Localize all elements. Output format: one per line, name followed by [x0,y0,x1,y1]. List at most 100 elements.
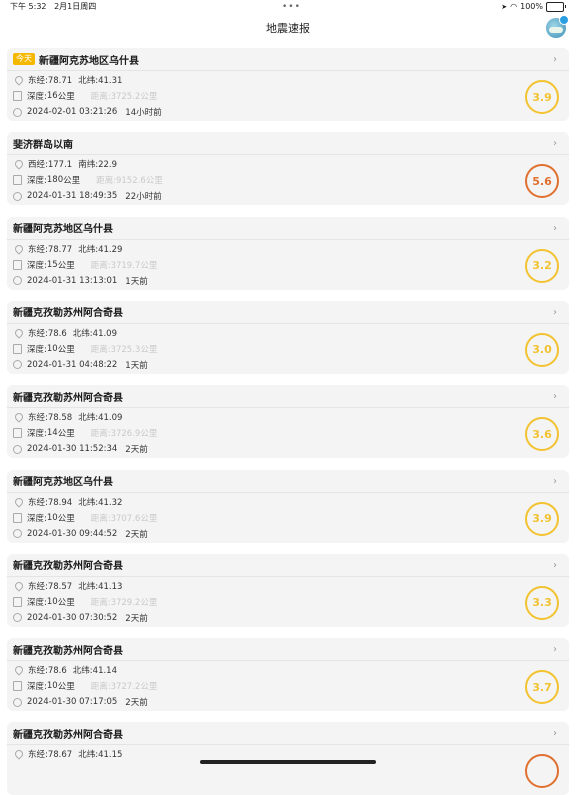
earthquake-card[interactable]: 斐济群岛以南›西经:177.1南纬:22.9深度:180公里距离:9152.6公… [7,132,569,205]
earthquake-card[interactable]: 新疆阿克苏地区乌什县›东经:78.94北纬:41.32深度:10公里距离:370… [7,470,569,543]
depth-row: 深度:10公里距离:3729.2公里 [13,596,157,608]
depth-label: 深度: [27,259,47,271]
magnitude-badge: 3.9 [525,80,559,114]
card-header: 斐济群岛以南 [7,132,569,155]
quake-time: 2024-01-31 13:13:01 [27,276,117,286]
card-header: 新疆克孜勒苏州阿合奇县 [7,722,569,745]
map-location-icon[interactable] [546,18,566,38]
earthquake-card[interactable]: 新疆克孜勒苏州阿合奇县›东经:78.6北纬:41.14深度:10公里距离:372… [7,638,569,711]
time-row: 2024-01-31 04:48:22 1天前 [13,359,148,371]
time-ago: 2天前 [125,696,147,708]
earthquake-card[interactable]: 新疆克孜勒苏州阿合奇县›东经:78.57北纬:41.13深度:10公里距离:37… [7,554,569,627]
battery-icon [546,2,564,12]
time-row: 2024-01-30 11:52:34 2天前 [13,443,148,455]
clock-icon [13,445,22,454]
depth-row: 深度:10公里距离:3725.3公里 [13,343,157,355]
depth-label: 深度: [27,512,47,524]
longitude: 东经:78.67 [28,748,72,760]
quake-location: 新疆克孜勒苏州阿合奇县 [13,389,123,404]
chevron-right-icon: › [553,307,557,318]
latitude: 北纬:41.15 [78,748,122,760]
magnitude-badge: 3.9 [525,502,559,536]
depth-icon [13,91,22,101]
magnitude-badge: 3.2 [525,249,559,283]
depth-label: 深度: [27,90,47,102]
earthquake-card[interactable]: 新疆克孜勒苏州阿合奇县›东经:78.6北纬:41.09深度:10公里距离:372… [7,301,569,374]
time-row: 2024-02-01 03:21:2614小时前 [13,106,162,118]
distance: 距离:3719.7公里 [91,259,158,271]
today-badge: 今天 [13,53,35,65]
location-pin-icon [13,412,24,423]
wifi-icon: ◠ [510,0,517,14]
chevron-right-icon: › [553,54,557,65]
time-row: 2024-01-30 09:44:522天前 [13,528,148,540]
card-header: 新疆克孜勒苏州阿合奇县 [7,301,569,324]
card-header: 新疆阿克苏地区乌什县 [7,470,569,493]
quake-time: 2024-01-31 04:48:22 [27,360,117,370]
time-row: 2024-01-30 07:17:052天前 [13,696,148,708]
depth-unit: 公里 [58,680,75,692]
depth-label: 深度: [27,680,47,692]
quake-location: 新疆阿克苏地区乌什县 [13,220,113,235]
location-pin-icon [13,243,24,254]
card-header: 新疆阿克苏地区乌什县 [7,217,569,240]
card-header: 今天新疆阿克苏地区乌什县 [7,48,569,71]
time-row: 2024-01-30 07:30:52 2天前 [13,612,148,624]
depth-row: 深度:16公里距离:3725.2公里 [13,90,157,102]
distance: 距离:3725.3公里 [91,343,158,355]
status-bar: 下午 5:32 2月1日周四 ••• ➤ ◠ 100% [0,0,576,14]
distance: 距离:3707.6公里 [91,512,158,524]
home-indicator[interactable] [200,760,376,764]
quake-time: 2024-01-30 09:44:52 [27,529,117,539]
earthquake-card[interactable]: 新疆克孜勒苏州阿合奇县›东经:78.67北纬:41.15 [7,722,569,795]
time-ago: 2天前 [125,443,147,455]
location-pin-icon [13,580,24,591]
coordinates-row: 东经:78.58北纬:41.09 [13,411,122,423]
location-pin-icon [13,496,24,507]
coordinates-row: 东经:78.71北纬:41.31 [13,74,122,86]
longitude: 东经:78.6 [28,327,67,339]
magnitude-badge: 3.6 [525,417,559,451]
longitude: 东经:78.58 [28,411,72,423]
magnitude-badge: 3.3 [525,586,559,620]
location-pin-icon [13,749,24,760]
quake-time: 2024-01-30 07:30:52 [27,613,117,623]
quake-location: 新疆克孜勒苏州阿合奇县 [13,726,123,741]
time-ago: 1天前 [125,359,147,371]
earthquake-card[interactable]: 今天新疆阿克苏地区乌什县› 东经:78.71北纬:41.31 深度:16公里距离:3… [7,48,569,121]
multitask-dots[interactable]: ••• [282,0,301,14]
depth-unit: 公里 [58,596,75,608]
depth-icon [13,597,22,607]
status-time-date: 下午 5:32 2月1日周四 [10,0,96,14]
clock-icon [13,276,22,285]
latitude: 北纬:41.31 [78,74,122,86]
depth-unit: 公里 [63,174,80,186]
location-pin-icon [13,327,24,338]
depth-label: 深度: [27,427,47,439]
distance: 距离:3727.2公里 [91,680,158,692]
location-pin-icon [13,664,24,675]
depth-value: 180 [47,175,63,185]
earthquake-card[interactable]: 新疆克孜勒苏州阿合奇县›东经:78.58北纬:41.09深度:14公里距离:37… [7,385,569,458]
clock-icon [13,529,22,538]
page-title: 地震速报 [0,20,576,36]
location-pin-icon [13,74,24,85]
quake-time: 2024-01-30 11:52:34 [27,444,117,454]
distance: 距离:3729.2公里 [91,596,158,608]
time-row: 2024-01-31 18:49:3522小时前 [13,190,162,202]
depth-icon [13,175,22,185]
clock-icon [13,108,22,117]
depth-unit: 公里 [58,259,75,271]
depth-value: 10 [47,681,58,691]
time-ago: 2天前 [125,612,147,624]
earthquake-card[interactable]: 新疆阿克苏地区乌什县›东经:78.77北纬:41.29深度:15公里距离:371… [7,217,569,290]
distance: 距离:9152.6公里 [96,174,163,186]
depth-row: 深度:15公里距离:3719.7公里 [13,259,157,271]
depth-unit: 公里 [58,90,75,102]
longitude: 东经:78.94 [28,496,72,508]
time-row: 2024-01-31 13:13:011天前 [13,275,148,287]
clock-icon [13,360,22,369]
depth-icon [13,513,22,523]
location-icon: ➤ [501,0,507,14]
depth-row: 深度:14公里距离:3726.9公里 [13,427,157,439]
